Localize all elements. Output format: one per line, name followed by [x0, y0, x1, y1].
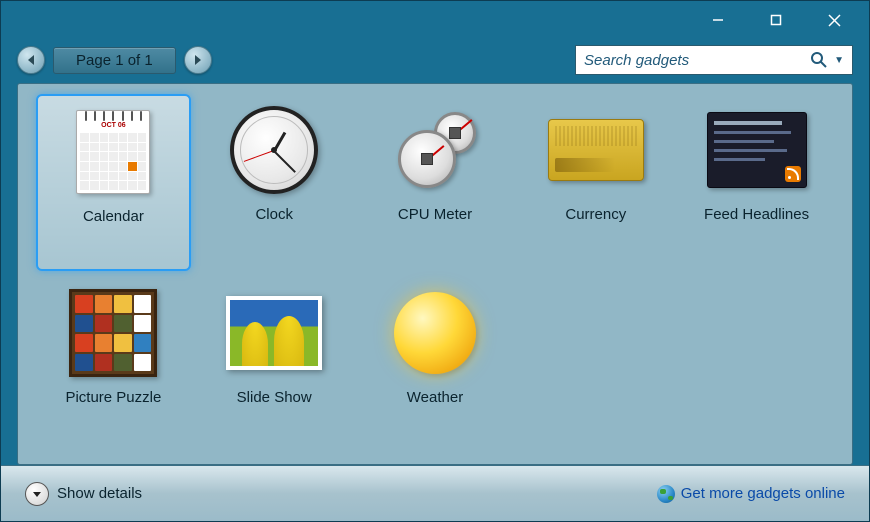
gadget-label: Feed Headlines — [704, 206, 809, 223]
gadget-gallery-window: Page 1 of 1 ▼ OCT 06 Calendar — [0, 0, 870, 522]
gadget-label: CPU Meter — [398, 206, 472, 223]
chevron-left-icon — [26, 54, 36, 66]
titlebar — [1, 1, 869, 39]
feed-headlines-icon — [707, 100, 807, 200]
get-more-gadgets-link[interactable]: Get more gadgets online — [657, 485, 845, 503]
minimize-button[interactable] — [689, 4, 747, 36]
close-button[interactable] — [805, 4, 863, 36]
maximize-button[interactable] — [747, 4, 805, 36]
gadget-label: Picture Puzzle — [65, 389, 161, 406]
gadget-picture-puzzle[interactable]: Picture Puzzle — [36, 277, 191, 454]
footer: Show details Get more gadgets online — [1, 465, 869, 521]
gadget-calendar[interactable]: OCT 06 Calendar — [36, 94, 191, 271]
chevron-right-icon — [193, 54, 203, 66]
gadget-label: Calendar — [83, 208, 144, 225]
slide-show-icon — [224, 283, 324, 383]
next-page-button[interactable] — [184, 46, 212, 74]
gadget-weather[interactable]: Weather — [358, 277, 513, 454]
minimize-icon — [712, 14, 724, 26]
gadget-feed-headlines[interactable]: Feed Headlines — [679, 94, 834, 271]
search-box[interactable]: ▼ — [575, 45, 853, 75]
search-filter-dropdown[interactable]: ▼ — [834, 55, 844, 66]
prev-page-button[interactable] — [17, 46, 45, 74]
gadget-cpu-meter[interactable]: CPU Meter — [358, 94, 513, 271]
picture-puzzle-icon — [63, 283, 163, 383]
clock-icon — [224, 100, 324, 200]
search-icon[interactable] — [810, 51, 828, 69]
chevron-down-icon — [25, 482, 49, 506]
maximize-icon — [770, 14, 782, 26]
cpu-meter-icon — [385, 100, 485, 200]
weather-icon — [385, 283, 485, 383]
gadget-clock[interactable]: Clock — [197, 94, 352, 271]
gadget-gallery: OCT 06 Calendar Clock CPU Meter — [17, 83, 853, 465]
gadget-label: Slide Show — [237, 389, 312, 406]
get-more-gadgets-label: Get more gadgets online — [681, 485, 845, 502]
gadget-label: Weather — [407, 389, 463, 406]
page-indicator: Page 1 of 1 — [53, 47, 176, 74]
gadget-currency[interactable]: Currency — [518, 94, 673, 271]
show-details-label: Show details — [57, 485, 142, 502]
navbar: Page 1 of 1 ▼ — [1, 39, 869, 81]
gadget-label: Clock — [255, 206, 293, 223]
globe-icon — [657, 485, 675, 503]
close-icon — [828, 14, 841, 27]
search-input[interactable] — [584, 52, 804, 69]
gadget-slide-show[interactable]: Slide Show — [197, 277, 352, 454]
gadget-label: Currency — [565, 206, 626, 223]
currency-icon — [546, 100, 646, 200]
calendar-icon: OCT 06 — [63, 102, 163, 202]
show-details-toggle[interactable]: Show details — [25, 482, 142, 506]
